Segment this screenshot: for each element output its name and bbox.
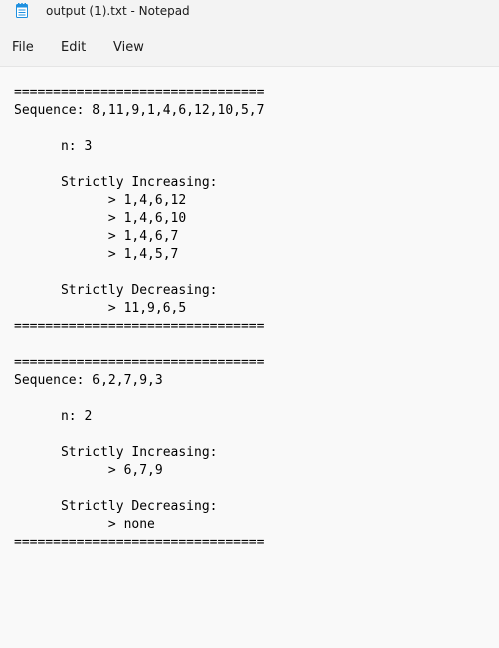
menu-edit[interactable]: Edit: [61, 40, 86, 55]
text-editor[interactable]: ================================ Sequenc…: [0, 67, 499, 648]
document-text[interactable]: ================================ Sequenc…: [14, 84, 264, 552]
title-bar[interactable]: output (1).txt - Notepad: [0, 0, 499, 24]
notepad-icon: [16, 3, 28, 18]
menu-view[interactable]: View: [113, 40, 144, 55]
window-title: output (1).txt - Notepad: [46, 4, 190, 18]
menu-bar: File Edit View: [0, 24, 499, 67]
notepad-window: output (1).txt - Notepad File Edit View …: [0, 0, 499, 648]
menu-file[interactable]: File: [12, 40, 34, 55]
